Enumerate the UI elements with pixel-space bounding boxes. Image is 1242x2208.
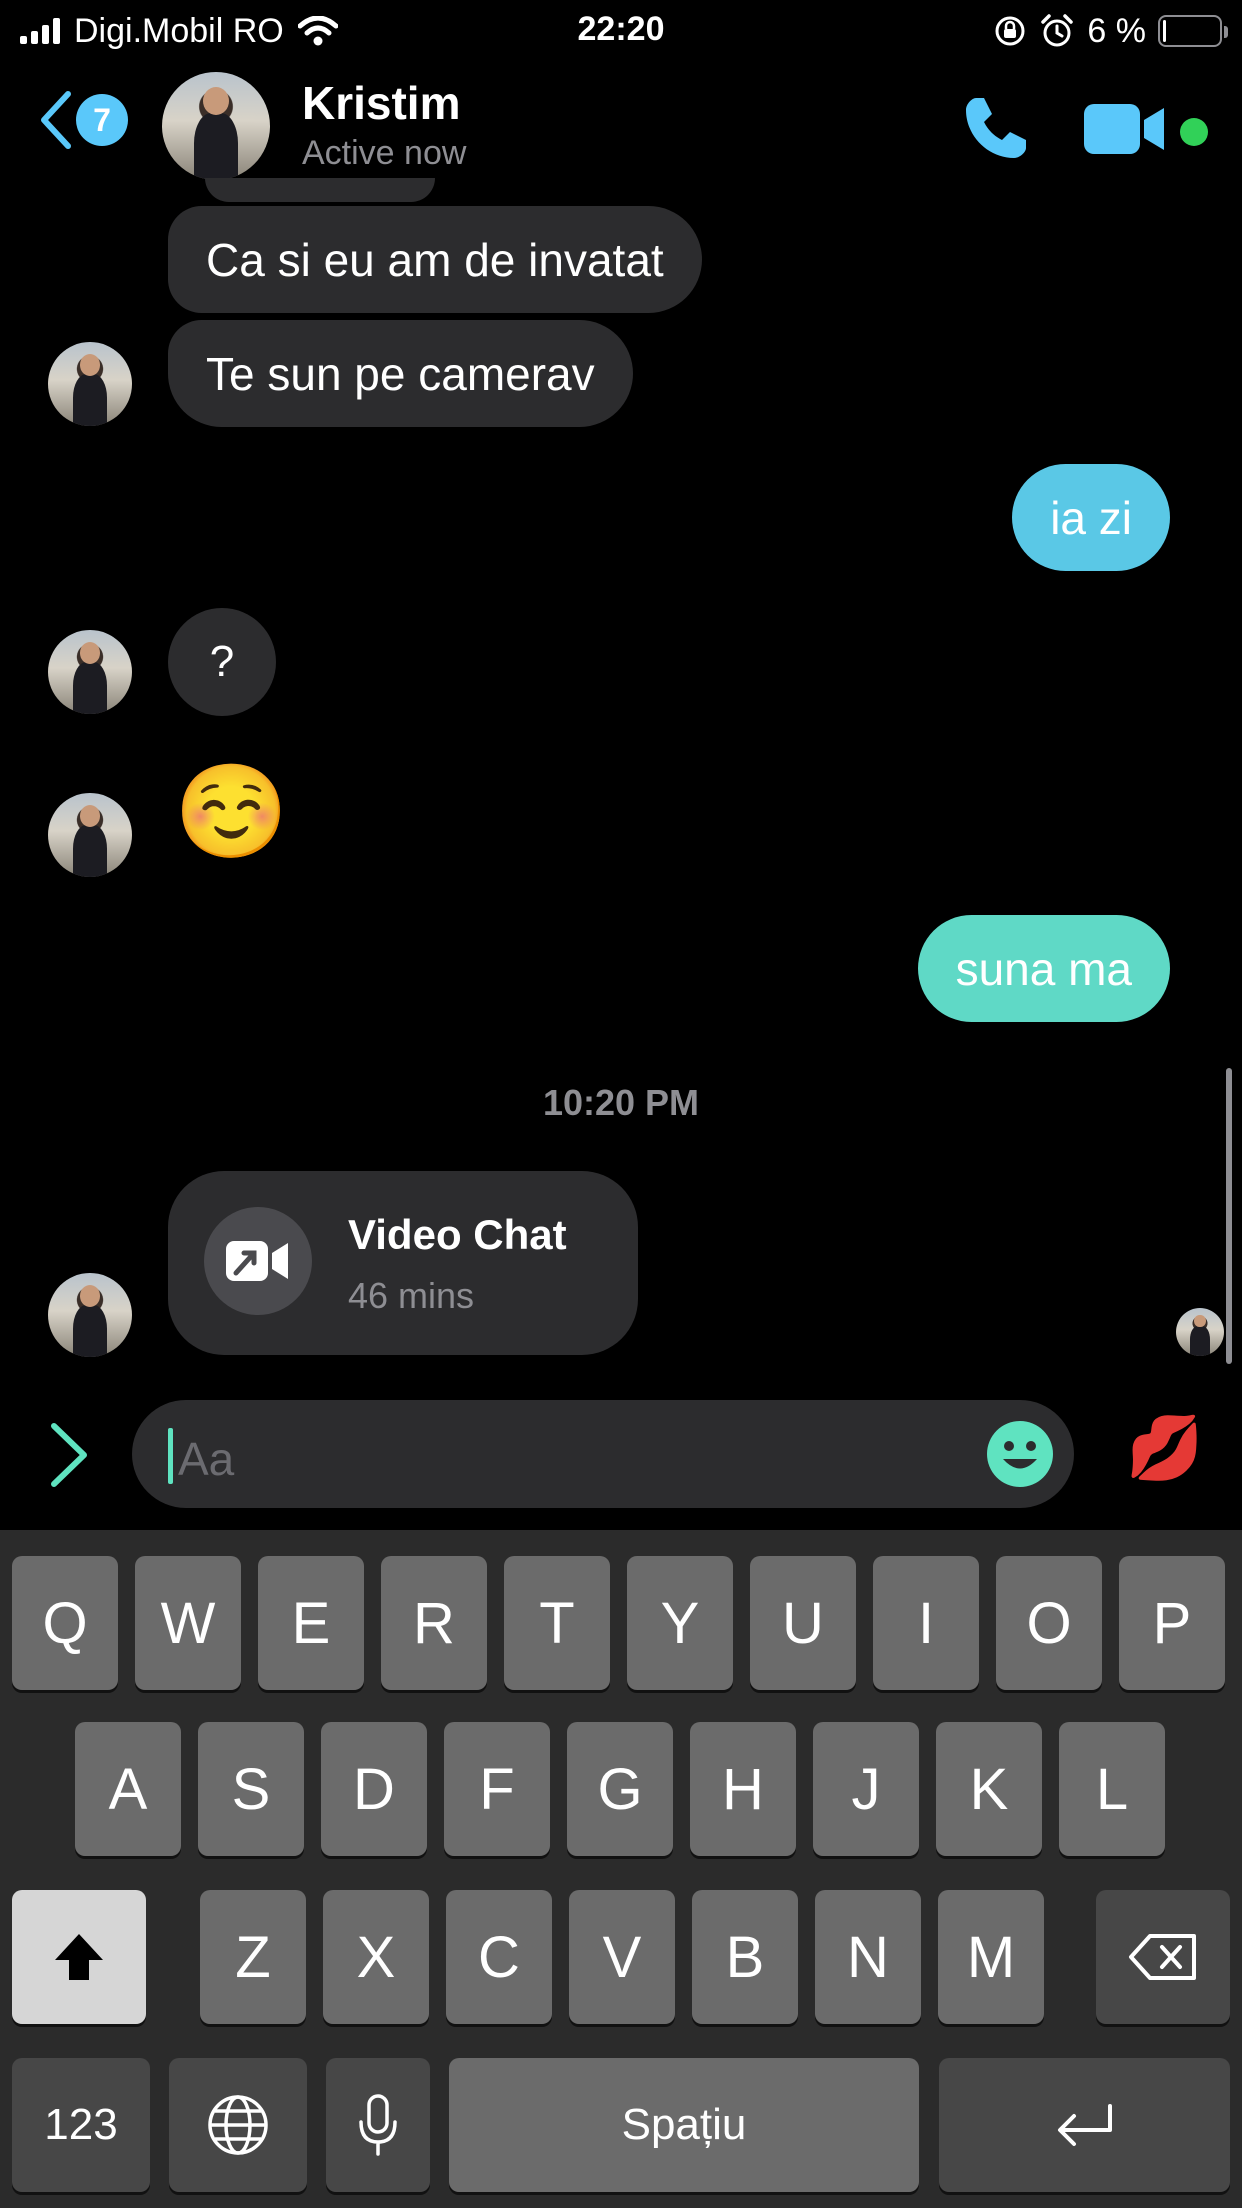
status-bar: Digi.Mobil RO 22:20 6 % [0,0,1242,62]
online-status-dot [1180,118,1208,146]
sender-avatar[interactable] [48,342,132,426]
emoji-message[interactable]: ☺️ [174,766,289,858]
globe-icon [208,2095,268,2155]
return-icon [1057,2104,1112,2146]
contact-avatar[interactable] [162,72,270,180]
smiley-icon[interactable] [986,1420,1054,1488]
battery-percent: 6 % [1087,11,1146,50]
microphone-icon [359,2094,397,2156]
keyboard: QWERTYUIOP ASDFGHJKL ZXCVBNM 123 Spațiu [0,1530,1242,2208]
key-s[interactable]: S [198,1722,304,1856]
incoming-message[interactable]: Te sun pe camerav [168,320,633,427]
key-o[interactable]: O [996,1556,1102,1690]
key-j[interactable]: J [813,1722,919,1856]
message-composer: Aa 💋 [0,1390,1242,1530]
key-i[interactable]: I [873,1556,979,1690]
key-w[interactable]: W [135,1556,241,1690]
video-camera-icon [226,1241,288,1281]
key-p[interactable]: P [1119,1556,1225,1690]
key-t[interactable]: T [504,1556,610,1690]
kiss-emoji-button[interactable]: 💋 [1126,1416,1203,1482]
space-key[interactable]: Spațiu [449,2058,919,2192]
message-bubble-partial [205,178,435,202]
backspace-icon [1129,1934,1196,1980]
numbers-key[interactable]: 123 [12,2058,150,2192]
backspace-key[interactable] [1096,1890,1230,2024]
video-chat-duration: 46 mins [348,1275,475,1316]
text-caret [168,1428,173,1484]
video-chat-card[interactable]: Video Chat 46 mins [168,1171,638,1355]
key-g[interactable]: G [567,1722,673,1856]
key-b[interactable]: B [692,1890,798,2024]
orientation-lock-icon [995,16,1025,46]
return-key[interactable] [939,2058,1230,2192]
key-k[interactable]: K [936,1722,1042,1856]
unread-count-badge: 7 [76,94,128,146]
key-v[interactable]: V [569,1890,675,2024]
key-z[interactable]: Z [200,1890,306,2024]
status-right: 6 % [993,10,1228,52]
chevron-right-icon[interactable] [44,1420,94,1490]
sender-avatar[interactable] [48,793,132,877]
key-f[interactable]: F [444,1722,550,1856]
shift-key[interactable] [12,1890,146,2024]
key-x[interactable]: X [323,1890,429,2024]
incoming-message[interactable]: ? [168,608,276,716]
globe-key[interactable] [169,2058,307,2192]
scrollbar[interactable] [1226,1068,1232,1364]
sender-avatar[interactable] [48,630,132,714]
key-d[interactable]: D [321,1722,427,1856]
message-input-placeholder: Aa [178,1433,235,1485]
battery-level [1163,20,1166,42]
key-h[interactable]: H [690,1722,796,1856]
conversation-header: 7 Kristim Active now [0,62,1242,188]
phone-call-icon[interactable] [960,92,1032,164]
battery-icon [1158,15,1228,47]
sender-avatar[interactable] [48,1273,132,1357]
read-receipt-avatar [1176,1308,1224,1356]
key-m[interactable]: M [938,1890,1044,2024]
back-button[interactable]: 7 [36,90,128,150]
key-a[interactable]: A [75,1722,181,1856]
key-u[interactable]: U [750,1556,856,1690]
outgoing-message[interactable]: ia zi [1012,464,1170,571]
message-input[interactable]: Aa [132,1400,1074,1508]
contact-status: Active now [302,134,467,172]
key-r[interactable]: R [381,1556,487,1690]
key-l[interactable]: L [1059,1722,1165,1856]
video-chat-icon-wrap [204,1207,312,1315]
dictation-key[interactable] [326,2058,430,2192]
incoming-message[interactable]: Ca si eu am de invatat [168,206,702,313]
video-chat-title: Video Chat [348,1211,567,1258]
outgoing-message[interactable]: suna ma [917,915,1170,1022]
key-c[interactable]: C [446,1890,552,2024]
key-n[interactable]: N [815,1890,921,2024]
key-e[interactable]: E [258,1556,364,1690]
shift-arrow-icon [55,1934,103,1980]
message-timestamp: 10:20 PM [542,1082,700,1123]
video-call-icon[interactable] [1084,102,1168,156]
key-y[interactable]: Y [627,1556,733,1690]
key-q[interactable]: Q [12,1556,118,1690]
alarm-icon [1041,14,1074,47]
chevron-left-icon [41,91,71,149]
contact-name[interactable]: Kristim [302,76,460,130]
